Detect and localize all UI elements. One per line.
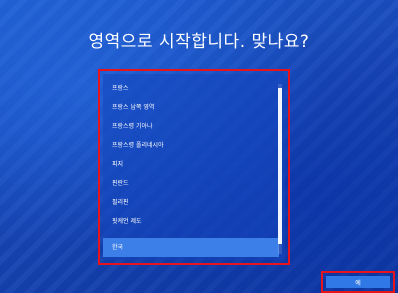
scrollbar-thumb[interactable] bbox=[278, 88, 282, 244]
yes-button[interactable]: 예 bbox=[326, 276, 390, 288]
region-item-pitcairn-islands[interactable]: 핏케언 제도 bbox=[103, 212, 279, 231]
region-item-korea-selected[interactable]: 한국 bbox=[103, 238, 279, 257]
yes-button-highlight: 예 bbox=[321, 271, 395, 293]
region-item-french-guiana[interactable]: 프랑스령 기아나 bbox=[103, 117, 279, 136]
region-item-philippines[interactable]: 필리핀 bbox=[103, 193, 279, 212]
region-list[interactable]: 프랑스 프랑스 남쪽 영역 프랑스령 기아나 프랑스령 폴리네시아 피지 핀란드… bbox=[103, 74, 285, 260]
region-item-france[interactable]: 프랑스 bbox=[103, 79, 279, 98]
region-item-french-polynesia[interactable]: 프랑스령 폴리네시아 bbox=[103, 136, 279, 155]
page-title: 영역으로 시작합니다. 맞나요? bbox=[88, 32, 310, 52]
region-list-highlight: 프랑스 프랑스 남쪽 영역 프랑스령 기아나 프랑스령 폴리네시아 피지 핀란드… bbox=[98, 69, 290, 265]
region-item-finland[interactable]: 핀란드 bbox=[103, 174, 279, 193]
region-item-fiji[interactable]: 피지 bbox=[103, 155, 279, 174]
region-item-french-southern-territories[interactable]: 프랑스 남쪽 영역 bbox=[103, 98, 279, 117]
